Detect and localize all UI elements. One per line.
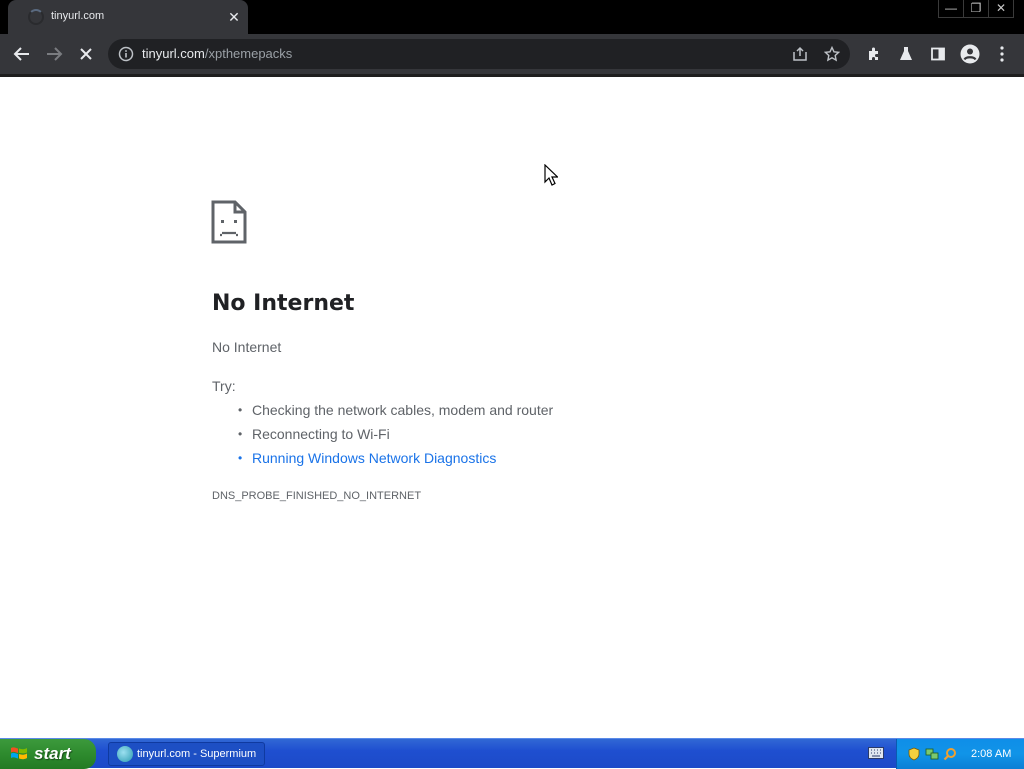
suggestion-check-cables: Checking the network cables, modem and r… xyxy=(238,400,553,424)
forward-icon[interactable] xyxy=(44,44,64,64)
taskbar-window-label: tinyurl.com - Supermium xyxy=(137,748,257,760)
clock: 2:08 AM xyxy=(971,748,1012,760)
windows-flag-icon xyxy=(11,747,27,760)
error-code: DNS_PROBE_FINISHED_NO_INTERNET xyxy=(212,490,422,502)
start-label: start xyxy=(34,744,71,763)
network-diagnostics-link[interactable]: Running Windows Network Diagnostics xyxy=(238,448,553,472)
menu-icon[interactable] xyxy=(992,44,1012,64)
info-icon[interactable] xyxy=(118,46,134,62)
error-subtitle: No Internet xyxy=(212,339,282,355)
close-window-button[interactable]: ✕ xyxy=(988,0,1014,18)
browser-toolbar: tinyurl.com/xpthemepacks xyxy=(0,34,1024,74)
tab-strip: tinyurl.com ✕ — ❐ ✕ xyxy=(0,0,1024,34)
loading-spinner-icon xyxy=(28,9,44,25)
search-icon[interactable] xyxy=(943,747,957,761)
url-host: tinyurl.com xyxy=(142,46,205,61)
url-text: tinyurl.com/xpthemepacks xyxy=(142,46,292,61)
suggestion-list: Checking the network cables, modem and r… xyxy=(238,400,553,472)
share-icon[interactable] xyxy=(790,44,810,64)
error-page: No Internet No Internet Try: Checking th… xyxy=(0,77,1024,738)
system-tray: 2:08 AM xyxy=(896,739,1024,769)
mouse-cursor-icon xyxy=(544,164,558,186)
start-button[interactable]: start xyxy=(0,739,96,769)
browser-tab[interactable]: tinyurl.com ✕ xyxy=(8,0,248,34)
url-path: /xpthemepacks xyxy=(204,46,293,61)
stop-icon[interactable] xyxy=(76,44,96,64)
back-icon[interactable] xyxy=(12,44,32,64)
side-panel-icon[interactable] xyxy=(928,44,948,64)
star-icon[interactable] xyxy=(822,44,842,64)
extensions-icon[interactable] xyxy=(864,44,884,64)
taskbar: start tinyurl.com - Supermium 2:08 AM xyxy=(0,738,1024,769)
network-icon[interactable] xyxy=(925,747,939,761)
sad-page-icon xyxy=(211,200,247,244)
taskbar-window-button[interactable]: tinyurl.com - Supermium xyxy=(108,742,265,766)
try-label: Try: xyxy=(212,378,236,394)
security-shield-icon[interactable] xyxy=(907,747,921,761)
browser-app-icon xyxy=(117,746,133,762)
tab-close-button[interactable]: ✕ xyxy=(225,8,243,26)
tab-title: tinyurl.com xyxy=(51,10,105,22)
restore-button[interactable]: ❐ xyxy=(963,0,989,18)
keyboard-icon[interactable] xyxy=(868,747,884,759)
window-controls: — ❐ ✕ xyxy=(938,0,1014,18)
page-title: No Internet xyxy=(212,291,355,316)
address-bar[interactable]: tinyurl.com/xpthemepacks xyxy=(108,39,850,69)
profile-icon[interactable] xyxy=(960,44,980,64)
labs-icon[interactable] xyxy=(896,44,916,64)
suggestion-reconnect-wifi: Reconnecting to Wi-Fi xyxy=(238,424,553,448)
minimize-button[interactable]: — xyxy=(938,0,964,18)
